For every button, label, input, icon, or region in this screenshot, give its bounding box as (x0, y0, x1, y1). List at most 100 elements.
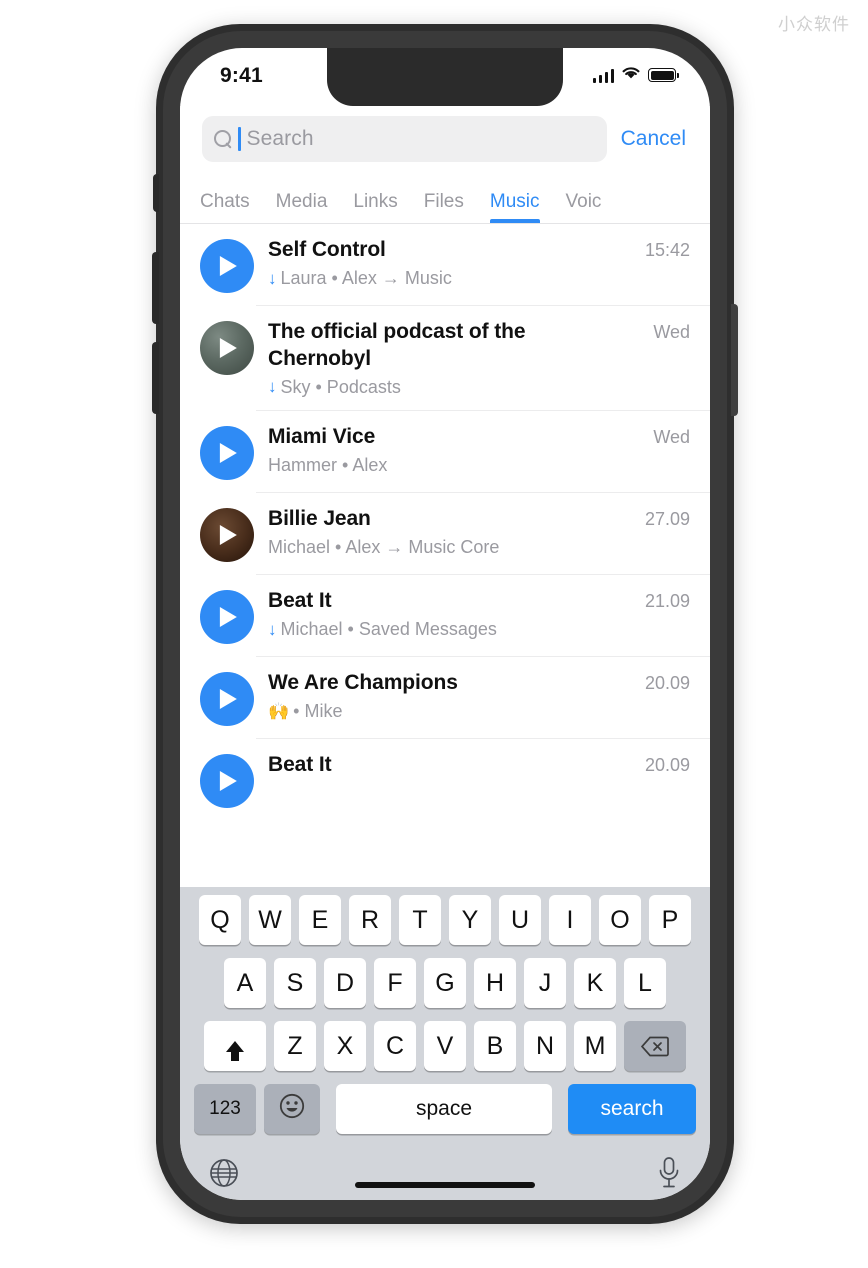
emoji-key[interactable] (264, 1084, 320, 1134)
mute-switch-button[interactable] (153, 174, 159, 212)
keyboard-row-3: Z X C V B N M (180, 1021, 710, 1071)
list-item-subtitle-row: 🙌 • Mike (268, 700, 623, 723)
list-item-meta: Beat It ↓ Michael • Saved Messages (268, 588, 631, 640)
list-item-subtitle-row: ↓ Sky • Podcasts (268, 376, 631, 399)
list-item-title: We Are Champions (268, 671, 458, 695)
key-x[interactable]: X (324, 1021, 366, 1071)
backspace-icon (641, 1036, 669, 1057)
key-g[interactable]: G (424, 958, 466, 1008)
watermark: 小众软件 (778, 15, 850, 35)
globe-icon[interactable] (208, 1157, 240, 1189)
key-v[interactable]: V (424, 1021, 466, 1071)
keyboard-row-1: Q W E R T Y U I O P (180, 895, 710, 945)
key-i[interactable]: I (549, 895, 591, 945)
phone-frame: 9:41 Search Cancel Chats Media Links Fil… (152, 24, 738, 1224)
backspace-key[interactable] (624, 1021, 686, 1071)
list-item[interactable]: We Are Champions 🙌 • Mike 20.09 (180, 657, 710, 740)
status-icons (592, 64, 679, 86)
tab-files[interactable]: Files (424, 191, 464, 223)
key-m[interactable]: M (574, 1021, 616, 1071)
list-item-time: Wed (653, 322, 690, 342)
key-c[interactable]: C (374, 1021, 416, 1071)
space-key[interactable]: space (336, 1084, 552, 1134)
key-y[interactable]: Y (449, 895, 491, 945)
cancel-button[interactable]: Cancel (621, 127, 688, 151)
key-b[interactable]: B (474, 1021, 516, 1071)
list-item-subtitle-row: ↓ Laura • Alex → Music (268, 267, 623, 290)
shift-key[interactable] (204, 1021, 266, 1071)
play-button-icon[interactable] (200, 754, 254, 809)
list-item-subtitle-row: ↓ Michael • Saved Messages (268, 618, 623, 641)
list-item-time: 20.09 (644, 673, 690, 694)
album-art-thumbnail[interactable] (200, 321, 254, 375)
battery-full-icon (648, 68, 679, 82)
play-button-icon[interactable] (200, 672, 254, 727)
key-p[interactable]: P (649, 895, 691, 945)
play-button-icon[interactable] (200, 239, 254, 293)
play-button-icon[interactable] (200, 426, 254, 481)
tab-voice[interactable]: Voic (566, 191, 602, 223)
key-z[interactable]: Z (274, 1021, 316, 1071)
raised-hands-emoji-icon: 🙌 (268, 701, 290, 721)
list-item-time: 15:42 (644, 240, 690, 260)
tab-media[interactable]: Media (276, 191, 328, 223)
key-j[interactable]: J (524, 958, 566, 1008)
download-arrow-icon: ↓ (268, 268, 277, 288)
list-item-title: Self Control (268, 238, 386, 261)
keyboard-footer (180, 1144, 710, 1200)
tab-chats[interactable]: Chats (200, 191, 250, 223)
list-item-title: Beat It (268, 589, 332, 613)
key-e[interactable]: E (299, 895, 341, 945)
search-key[interactable]: search (568, 1084, 696, 1134)
list-item[interactable]: Beat It ↓ Michael • Saved Messages 21.09 (180, 575, 710, 658)
list-item-meta: We Are Champions 🙌 • Mike (268, 670, 631, 722)
numbers-key[interactable]: 123 (194, 1084, 256, 1134)
home-indicator[interactable] (355, 1182, 535, 1188)
volume-up-button[interactable] (152, 252, 159, 324)
key-d[interactable]: D (324, 958, 366, 1008)
search-icon (214, 130, 232, 148)
tab-links[interactable]: Links (353, 191, 397, 223)
download-arrow-icon: ↓ (268, 377, 277, 397)
list-item[interactable]: Beat It 20.09 (180, 739, 710, 821)
key-o[interactable]: O (599, 895, 641, 945)
phone-screen: 9:41 Search Cancel Chats Media Links Fil… (180, 48, 710, 1200)
key-l[interactable]: L (624, 958, 666, 1008)
keyboard-row-2: A S D F G H J K L (180, 958, 710, 1008)
list-item[interactable]: Self Control ↓ Laura • Alex → Music 15:4… (180, 224, 710, 306)
key-s[interactable]: S (274, 958, 316, 1008)
list-item-subtitle: Michael • Saved Messages (280, 619, 497, 640)
list-item[interactable]: The official podcast of the Chernobyl ↓ … (180, 306, 710, 412)
music-list: Self Control ↓ Laura • Alex → Music 15:4… (180, 224, 710, 822)
search-row: Search Cancel (180, 106, 710, 176)
key-k[interactable]: K (574, 958, 616, 1008)
tab-bar: Chats Media Links Files Music Voic (180, 176, 710, 224)
key-h[interactable]: H (474, 958, 516, 1008)
key-n[interactable]: N (524, 1021, 566, 1071)
key-r[interactable]: R (349, 895, 391, 945)
list-item-subtitle-row: Hammer • Alex (268, 454, 631, 477)
key-u[interactable]: U (499, 895, 541, 945)
emoji-icon (279, 1093, 305, 1126)
power-button[interactable] (731, 304, 738, 416)
album-art-thumbnail[interactable] (200, 508, 254, 563)
text-cursor (238, 127, 241, 151)
list-item[interactable]: Billie Jean Michael • Alex → Music Core … (180, 493, 710, 576)
search-input[interactable]: Search (202, 116, 607, 162)
key-w[interactable]: W (249, 895, 291, 945)
list-item-subtitle-row: Michael • Alex → Music Core (268, 536, 623, 559)
key-q[interactable]: Q (199, 895, 241, 945)
play-button-icon[interactable] (200, 590, 254, 645)
list-item[interactable]: Miami Vice Hammer • Alex Wed (180, 411, 710, 494)
key-f[interactable]: F (374, 958, 416, 1008)
list-item-meta: Self Control ↓ Laura • Alex → Music (268, 237, 631, 289)
key-t[interactable]: T (399, 895, 441, 945)
status-bar: 9:41 (180, 48, 710, 106)
on-screen-keyboard: Q W E R T Y U I O P A S D F G H J K L Z … (180, 887, 710, 1200)
list-item-subtitle: Sky • Podcasts (280, 376, 401, 397)
microphone-icon[interactable] (656, 1156, 682, 1190)
key-a[interactable]: A (224, 958, 266, 1008)
keyboard-row-4: 123 space search (180, 1084, 710, 1134)
volume-down-button[interactable] (152, 342, 159, 414)
tab-music[interactable]: Music (489, 191, 540, 223)
